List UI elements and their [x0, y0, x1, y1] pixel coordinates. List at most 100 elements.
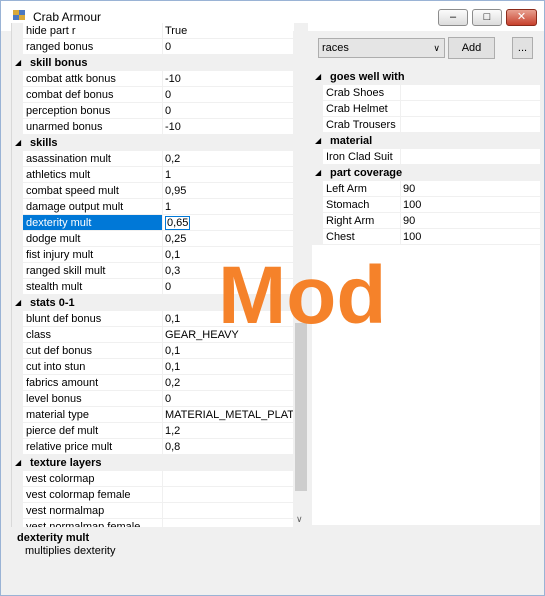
property-value[interactable] — [401, 85, 540, 101]
property-row[interactable]: vest colormap — [12, 471, 293, 487]
property-name[interactable]: Crab Shoes — [323, 85, 401, 101]
property-row[interactable]: asassination mult 0,2 — [12, 151, 293, 167]
property-value[interactable]: 0 — [163, 391, 293, 407]
collapse-icon[interactable]: ◢ — [315, 169, 321, 177]
property-value[interactable]: 0,1 — [163, 359, 293, 375]
property-row[interactable]: fabrics amount 0,2 — [12, 375, 293, 391]
property-row[interactable]: Left Arm 90 — [312, 181, 540, 197]
property-row[interactable]: pierce def mult 1,2 — [12, 423, 293, 439]
property-name[interactable]: perception bonus — [23, 103, 163, 119]
property-row[interactable]: Right Arm 90 — [312, 213, 540, 229]
property-value[interactable]: 90 — [401, 181, 540, 197]
browse-button[interactable]: ... — [512, 37, 533, 59]
property-name[interactable]: vest normalmap female — [23, 519, 163, 527]
property-name[interactable]: hide part r — [23, 23, 163, 39]
collapse-icon[interactable]: ◢ — [315, 73, 321, 81]
property-value[interactable]: -10 — [163, 71, 293, 87]
property-value[interactable]: 0 — [163, 87, 293, 103]
property-name[interactable]: pierce def mult — [23, 423, 163, 439]
property-value[interactable]: 0 — [163, 39, 293, 55]
property-name[interactable]: vest colormap female — [23, 487, 163, 503]
property-value[interactable] — [401, 149, 540, 165]
property-value[interactable]: 90 — [401, 213, 540, 229]
property-row[interactable]: unarmed bonus -10 — [12, 119, 293, 135]
collapse-icon[interactable]: ◢ — [15, 59, 21, 67]
property-row[interactable]: vest normalmap female — [12, 519, 293, 527]
property-name[interactable]: stealth mult — [23, 279, 163, 295]
property-name[interactable]: vest colormap — [23, 471, 163, 487]
property-row[interactable]: combat attk bonus -10 — [12, 71, 293, 87]
property-value[interactable]: 0,1 — [163, 343, 293, 359]
property-value[interactable] — [401, 117, 540, 133]
property-row[interactable]: combat def bonus 0 — [12, 87, 293, 103]
property-name[interactable]: Chest — [323, 229, 401, 245]
property-value[interactable]: 1 — [163, 167, 293, 183]
property-name[interactable]: unarmed bonus — [23, 119, 163, 135]
property-value[interactable]: -10 — [163, 119, 293, 135]
property-name[interactable]: dodge mult — [23, 231, 163, 247]
property-row[interactable]: dexterity mult 0,65 — [12, 215, 293, 231]
property-row[interactable]: vest colormap female — [12, 487, 293, 503]
property-name[interactable]: Crab Helmet — [323, 101, 401, 117]
property-row[interactable]: hide part r True — [12, 23, 293, 39]
property-name[interactable]: Iron Clad Suit — [323, 149, 401, 165]
property-name[interactable]: Right Arm — [323, 213, 401, 229]
property-name[interactable]: relative price mult — [23, 439, 163, 455]
property-row[interactable]: Chest 100 — [312, 229, 540, 245]
category-row[interactable]: ◢ material — [312, 133, 540, 149]
property-value[interactable]: 0,2 — [163, 375, 293, 391]
property-row[interactable]: combat speed mult 0,95 — [12, 183, 293, 199]
property-value[interactable] — [163, 503, 293, 519]
property-name[interactable]: fist injury mult — [23, 247, 163, 263]
property-row[interactable]: Crab Trousers — [312, 117, 540, 133]
property-row[interactable]: damage output mult 1 — [12, 199, 293, 215]
property-name[interactable]: Left Arm — [323, 181, 401, 197]
property-name[interactable]: ranged skill mult — [23, 263, 163, 279]
property-row[interactable]: cut def bonus 0,1 — [12, 343, 293, 359]
property-value[interactable]: MATERIAL_METAL_PLATE — [163, 407, 293, 423]
category-row[interactable]: ◢ skill bonus — [12, 55, 293, 71]
property-row[interactable]: Stomach 100 — [312, 197, 540, 213]
property-name[interactable]: Crab Trousers — [323, 117, 401, 133]
property-row[interactable]: athletics mult 1 — [12, 167, 293, 183]
property-value[interactable]: 100 — [401, 229, 540, 245]
property-name[interactable]: asassination mult — [23, 151, 163, 167]
minimize-button[interactable]: – — [438, 9, 468, 26]
property-value[interactable]: 0,25 — [163, 231, 293, 247]
property-value[interactable]: 1,2 — [163, 423, 293, 439]
add-button[interactable]: Add — [448, 37, 495, 59]
category-row[interactable]: ◢ texture layers — [12, 455, 293, 471]
property-value[interactable]: True — [163, 23, 293, 39]
property-name[interactable]: class — [23, 327, 163, 343]
property-value[interactable] — [163, 487, 293, 503]
property-name[interactable]: combat attk bonus — [23, 71, 163, 87]
property-value[interactable]: 1 — [163, 199, 293, 215]
property-name[interactable]: vest normalmap — [23, 503, 163, 519]
collapse-icon[interactable]: ◢ — [15, 139, 21, 147]
property-value[interactable]: 0,2 — [163, 151, 293, 167]
property-value[interactable]: 100 — [401, 197, 540, 213]
property-name[interactable]: cut into stun — [23, 359, 163, 375]
property-value[interactable]: 0,65 — [163, 215, 293, 231]
collapse-icon[interactable]: ◢ — [315, 137, 321, 145]
property-value[interactable] — [163, 471, 293, 487]
property-name[interactable]: blunt def bonus — [23, 311, 163, 327]
property-name[interactable]: combat speed mult — [23, 183, 163, 199]
property-row[interactable]: perception bonus 0 — [12, 103, 293, 119]
category-row[interactable]: ◢ skills — [12, 135, 293, 151]
property-row[interactable]: ranged bonus 0 — [12, 39, 293, 55]
property-row[interactable]: material type MATERIAL_METAL_PLATE — [12, 407, 293, 423]
property-name[interactable]: material type — [23, 407, 163, 423]
property-value[interactable]: 0 — [163, 103, 293, 119]
property-name[interactable]: combat def bonus — [23, 87, 163, 103]
category-combo[interactable]: races ∨ — [318, 38, 445, 58]
property-value[interactable] — [163, 519, 293, 527]
scrollbar-thumb[interactable] — [295, 323, 307, 491]
property-row[interactable]: level bonus 0 — [12, 391, 293, 407]
property-value[interactable]: 0,8 — [163, 439, 293, 455]
property-row[interactable]: cut into stun 0,1 — [12, 359, 293, 375]
property-name[interactable]: athletics mult — [23, 167, 163, 183]
collapse-icon[interactable]: ◢ — [15, 459, 21, 467]
property-row[interactable]: Crab Shoes — [312, 85, 540, 101]
property-name[interactable]: cut def bonus — [23, 343, 163, 359]
